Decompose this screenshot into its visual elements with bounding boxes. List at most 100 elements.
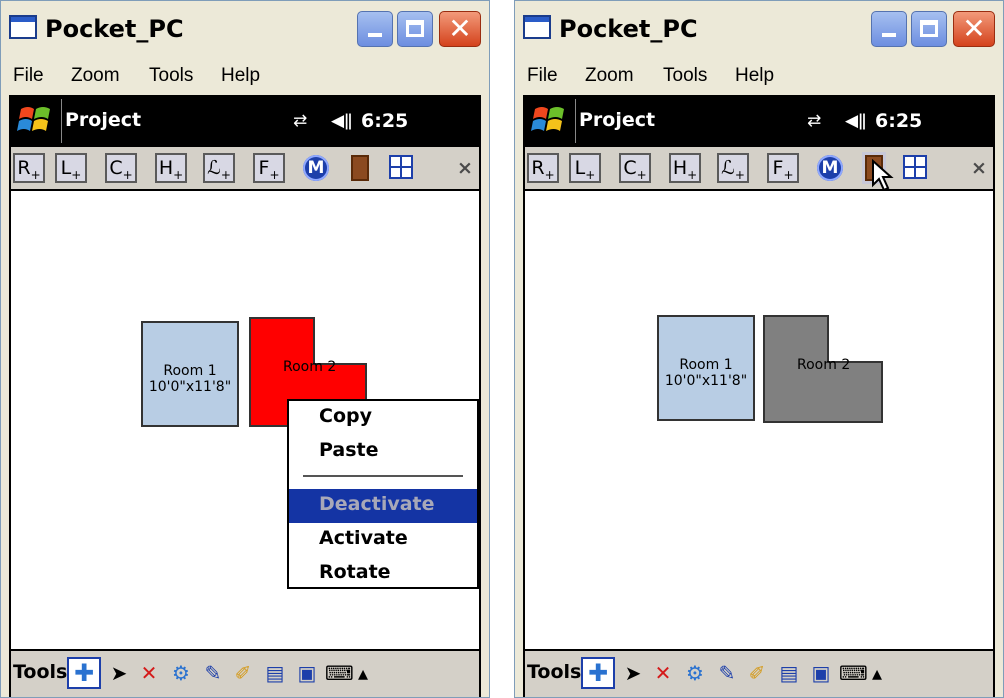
context-activate[interactable]: Activate <box>319 527 408 549</box>
nav-title: Project <box>579 109 656 131</box>
room-1-dims: 10'0"x11'8" <box>148 379 232 395</box>
maximize-button[interactable] <box>911 11 947 47</box>
pointer-icon[interactable]: ➤ <box>619 659 647 687</box>
window-tool-icon[interactable] <box>903 155 927 179</box>
tools-label[interactable]: Tools <box>13 661 67 683</box>
settings-icon[interactable]: ⚙ <box>681 659 709 687</box>
room-1-dims: 10'0"x11'8" <box>664 373 748 389</box>
close-button[interactable]: ✕ <box>439 11 481 47</box>
window-title: Pocket_PC <box>45 15 184 43</box>
room-stair-tool-button[interactable]: ℒ+ <box>203 153 235 183</box>
menu-zoom[interactable]: Zoom <box>585 65 634 87</box>
window-tool-icon[interactable] <box>389 155 413 179</box>
room-1-name: Room 1 <box>679 357 733 373</box>
note-icon[interactable]: ✐ <box>229 659 257 687</box>
menu-help[interactable]: Help <box>221 65 260 87</box>
minimize-icon <box>368 33 382 37</box>
door-tool-icon[interactable] <box>351 155 369 181</box>
add-icon[interactable]: ✚ <box>581 657 615 689</box>
edit-icon[interactable]: ✎ <box>713 659 741 687</box>
menu-tools[interactable]: Tools <box>149 65 193 87</box>
room-c-tool-button[interactable]: C+ <box>105 153 137 183</box>
title-bar: Pocket_PC ✕ <box>515 1 1003 57</box>
device-screen: Project ⇄ ◀ǁ 6:25 R+ L+ C+ H+ ℒ+ F+ M × … <box>9 95 481 697</box>
connectivity-icon[interactable]: ⇄ <box>807 111 821 131</box>
keyboard-icon[interactable]: ⌨ <box>839 659 868 687</box>
window-app-icon <box>9 15 37 39</box>
volume-icon[interactable]: ◀ǁ <box>331 111 352 131</box>
menu-zoom[interactable]: Zoom <box>71 65 120 87</box>
menu-bar: File Zoom Tools Help <box>1 57 489 95</box>
room-f-tool-button[interactable]: F+ <box>767 153 799 183</box>
room-1-shape[interactable]: Room 1 10'0"x11'8" <box>657 315 755 421</box>
windows-start-icon[interactable] <box>15 101 57 141</box>
nav-bar: Project ⇄ ◀ǁ 6:25 <box>525 95 993 147</box>
delete-icon[interactable]: ✕ <box>135 659 163 687</box>
measure-m-button[interactable]: M <box>817 155 843 181</box>
edit-icon[interactable]: ✎ <box>199 659 227 687</box>
save-icon[interactable]: ▣ <box>293 659 321 687</box>
room-l-tool-button[interactable]: L+ <box>569 153 601 183</box>
add-icon[interactable]: ✚ <box>67 657 101 689</box>
window-title: Pocket_PC <box>559 15 698 43</box>
close-button[interactable]: ✕ <box>953 11 995 47</box>
maximize-button[interactable] <box>397 11 433 47</box>
keyboard-toggle-icon[interactable]: ▴ <box>869 659 885 687</box>
room-c-tool-button[interactable]: C+ <box>619 153 651 183</box>
room-stair-tool-button[interactable]: ℒ+ <box>717 153 749 183</box>
windows-start-icon[interactable] <box>529 101 571 141</box>
context-rotate[interactable]: Rotate <box>319 561 391 583</box>
clock-time[interactable]: 6:25 <box>875 110 922 132</box>
settings-icon[interactable]: ⚙ <box>167 659 195 687</box>
nav-bar: Project ⇄ ◀ǁ 6:25 <box>11 95 479 147</box>
menu-bar: File Zoom Tools Help <box>515 57 1003 95</box>
minimize-button[interactable] <box>357 11 393 47</box>
room-2-name: Room 2 <box>797 357 851 373</box>
close-toolbar-icon[interactable]: × <box>457 157 473 179</box>
draw-toolbar: R+ L+ C+ H+ ℒ+ F+ M × <box>525 147 993 192</box>
device-screen: Project ⇄ ◀ǁ 6:25 R+ L+ C+ H+ ℒ+ F+ M × … <box>523 95 995 697</box>
keyboard-icon[interactable]: ⌨ <box>325 659 354 687</box>
context-paste[interactable]: Paste <box>319 439 379 461</box>
room-1-shape[interactable]: Room 1 10'0"x11'8" <box>141 321 239 427</box>
room-2-name: Room 2 <box>283 359 337 375</box>
floorplan-canvas[interactable]: Room 1 10'0"x11'8" Room 2 <box>525 191 993 651</box>
minimize-button[interactable] <box>871 11 907 47</box>
maximize-icon <box>920 20 938 37</box>
list-icon[interactable]: ▤ <box>775 659 803 687</box>
pocket-pc-window-left: Pocket_PC ✕ File Zoom Tools Help Project… <box>0 0 490 698</box>
context-separator <box>303 475 463 477</box>
close-icon: ✕ <box>962 12 986 45</box>
mouse-cursor-icon <box>872 159 894 192</box>
volume-icon[interactable]: ◀ǁ <box>845 111 866 131</box>
context-deactivate[interactable]: Deactivate <box>319 493 435 515</box>
clock-time[interactable]: 6:25 <box>361 110 408 132</box>
close-toolbar-icon[interactable]: × <box>971 157 987 179</box>
bottom-toolbar: Tools ✚ ➤ ✕ ⚙ ✎ ✐ ▤ ▣ ⌨ ▴ <box>525 649 993 697</box>
room-h-tool-button[interactable]: H+ <box>669 153 701 183</box>
room-h-tool-button[interactable]: H+ <box>155 153 187 183</box>
room-rect-tool-button[interactable]: R+ <box>13 153 45 183</box>
menu-file[interactable]: File <box>13 65 44 87</box>
room-f-tool-button[interactable]: F+ <box>253 153 285 183</box>
room-l-tool-button[interactable]: L+ <box>55 153 87 183</box>
pointer-icon[interactable]: ➤ <box>105 659 133 687</box>
floorplan-canvas[interactable]: Room 1 10'0"x11'8" Room 2 Copy Paste Dea… <box>11 191 479 651</box>
connectivity-icon[interactable]: ⇄ <box>293 111 307 131</box>
menu-tools[interactable]: Tools <box>663 65 707 87</box>
save-icon[interactable]: ▣ <box>807 659 835 687</box>
draw-toolbar: R+ L+ C+ H+ ℒ+ F+ M × <box>11 147 479 191</box>
context-copy[interactable]: Copy <box>319 405 372 427</box>
keyboard-toggle-icon[interactable]: ▴ <box>355 659 371 687</box>
menu-file[interactable]: File <box>527 65 558 87</box>
context-menu: Copy Paste Deactivate Activate Rotate <box>287 399 479 589</box>
delete-icon[interactable]: ✕ <box>649 659 677 687</box>
note-icon[interactable]: ✐ <box>743 659 771 687</box>
list-icon[interactable]: ▤ <box>261 659 289 687</box>
measure-m-button[interactable]: M <box>303 155 329 181</box>
tools-label[interactable]: Tools <box>527 661 581 683</box>
menu-help[interactable]: Help <box>735 65 774 87</box>
room-rect-tool-button[interactable]: R+ <box>527 153 559 183</box>
pocket-pc-window-right: Pocket_PC ✕ File Zoom Tools Help Project… <box>514 0 1004 698</box>
minimize-icon <box>882 33 896 37</box>
